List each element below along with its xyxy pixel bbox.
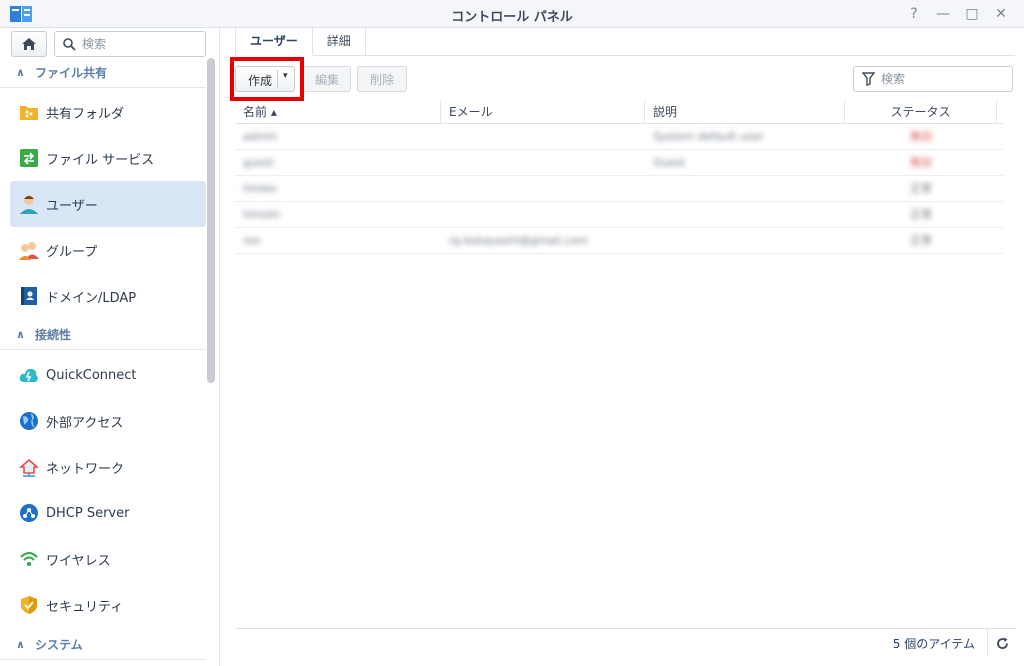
cell-description [645,176,845,202]
close-icon[interactable]: ✕ [990,4,1012,24]
sidebar: ∧ ファイル共有 共有フォルダ ファイル サービス ユーザー グループ ドメイン… [0,28,220,666]
cell-status: 無効 [910,129,932,143]
tab-advanced[interactable]: 詳細 [313,28,366,56]
section-file-sharing[interactable]: ∧ ファイル共有 [0,58,206,88]
sidebar-item-external-access[interactable]: 外部アクセス [10,398,206,444]
sidebar-search-input[interactable] [82,37,192,51]
chevron-up-icon: ∧ [16,638,25,651]
sidebar-item-quickconnect[interactable]: QuickConnect [10,352,206,398]
cell-email: rg.kobayashi@gmail.com [449,233,588,247]
cell-email [441,176,645,202]
cell-email [441,124,645,150]
cell-description: System default user [653,129,764,143]
cell-name: hiroshi [243,207,280,221]
section-connectivity[interactable]: ∧ 接続性 [0,320,206,350]
maximize-icon[interactable]: □ [961,4,983,24]
table-row[interactable]: hiroko 正常 [235,176,1003,202]
window-title: コントロール パネル [451,10,573,25]
table-row[interactable]: rex rg.kobayashi@gmail.com 正常 [235,228,1003,254]
edit-button[interactable]: 編集 [303,66,351,92]
help-icon[interactable]: ? [903,4,925,24]
domain-ldap-icon [18,285,40,307]
cell-status: 正常 [910,233,932,247]
sidebar-item-user[interactable]: ユーザー [10,181,206,227]
sidebar-item-shared-folder[interactable]: 共有フォルダ [10,89,206,135]
tab-bar: ユーザー 詳細 [235,28,1015,56]
shared-folder-icon [18,101,40,123]
sidebar-search[interactable] [54,31,206,57]
security-icon [18,594,40,616]
cell-email [441,150,645,176]
cell-description [645,202,845,228]
external-access-icon [18,410,40,432]
cell-name: hiroko [243,181,277,195]
table-row[interactable]: hiroshi 正常 [235,202,1003,228]
home-icon [22,38,36,50]
sidebar-item-security[interactable]: セキュリティ [10,582,206,628]
refresh-icon [997,637,1008,649]
column-status[interactable]: ステータス [845,100,997,124]
cell-name: rex [243,233,261,247]
cell-name: admin [243,129,278,143]
wireless-icon [18,548,40,570]
user-table: admin System default user 無効 guest Guest… [235,124,1003,254]
user-icon [18,193,40,215]
sidebar-item-network[interactable]: ネットワーク [10,444,206,490]
network-icon [18,456,40,478]
quickconnect-icon [18,364,40,386]
filter-icon [862,72,875,86]
cell-email [441,202,645,228]
filter-search[interactable] [853,66,1013,92]
sidebar-scrollbar[interactable] [207,58,215,383]
cell-status: 正常 [910,181,932,195]
cell-description: Guest [653,155,686,169]
title-bar: コントロール パネル ? — □ ✕ [0,0,1024,28]
column-description[interactable]: 説明 [645,100,845,124]
sidebar-item-file-services[interactable]: ファイル サービス [10,135,206,181]
cell-status: 正常 [910,207,932,221]
dhcp-server-icon [18,502,40,524]
refresh-button[interactable] [987,629,1017,657]
cell-description [645,228,845,254]
column-email[interactable]: Eメール [441,100,645,124]
filter-search-input[interactable] [881,72,1001,86]
chevron-up-icon: ∧ [16,328,25,341]
file-services-icon [18,147,40,169]
item-count: 5 個のアイテム [892,637,975,651]
grid-header: 名前 ▴ Eメール 説明 ステータス [235,100,1003,124]
annotation-highlight-box [230,57,304,101]
sidebar-item-group[interactable]: グループ [10,227,206,273]
table-row[interactable]: guest Guest 無効 [235,150,1003,176]
sidebar-item-domain-ldap[interactable]: ドメイン/LDAP [10,273,206,319]
table-row[interactable]: admin System default user 無効 [235,124,1003,150]
chevron-up-icon: ∧ [16,66,25,79]
main-panel: ユーザー 詳細 作成 ▾ 編集 削除 名前 ▴ Eメール 説明 ステータス ad… [221,28,1024,666]
grid-footer: 5 個のアイテム [235,628,1017,657]
search-icon [63,37,76,51]
home-button[interactable] [11,31,47,57]
cell-status: 無効 [910,155,932,169]
delete-button[interactable]: 削除 [357,66,407,92]
tab-user[interactable]: ユーザー [235,28,313,56]
column-name[interactable]: 名前 ▴ [235,100,441,124]
sidebar-item-wireless[interactable]: ワイヤレス [10,536,206,582]
group-icon [18,239,40,261]
sidebar-item-dhcp-server[interactable]: DHCP Server [10,490,206,536]
minimize-icon[interactable]: — [932,4,954,24]
cell-name: guest [243,155,274,169]
section-system[interactable]: ∧ システム [0,630,206,660]
